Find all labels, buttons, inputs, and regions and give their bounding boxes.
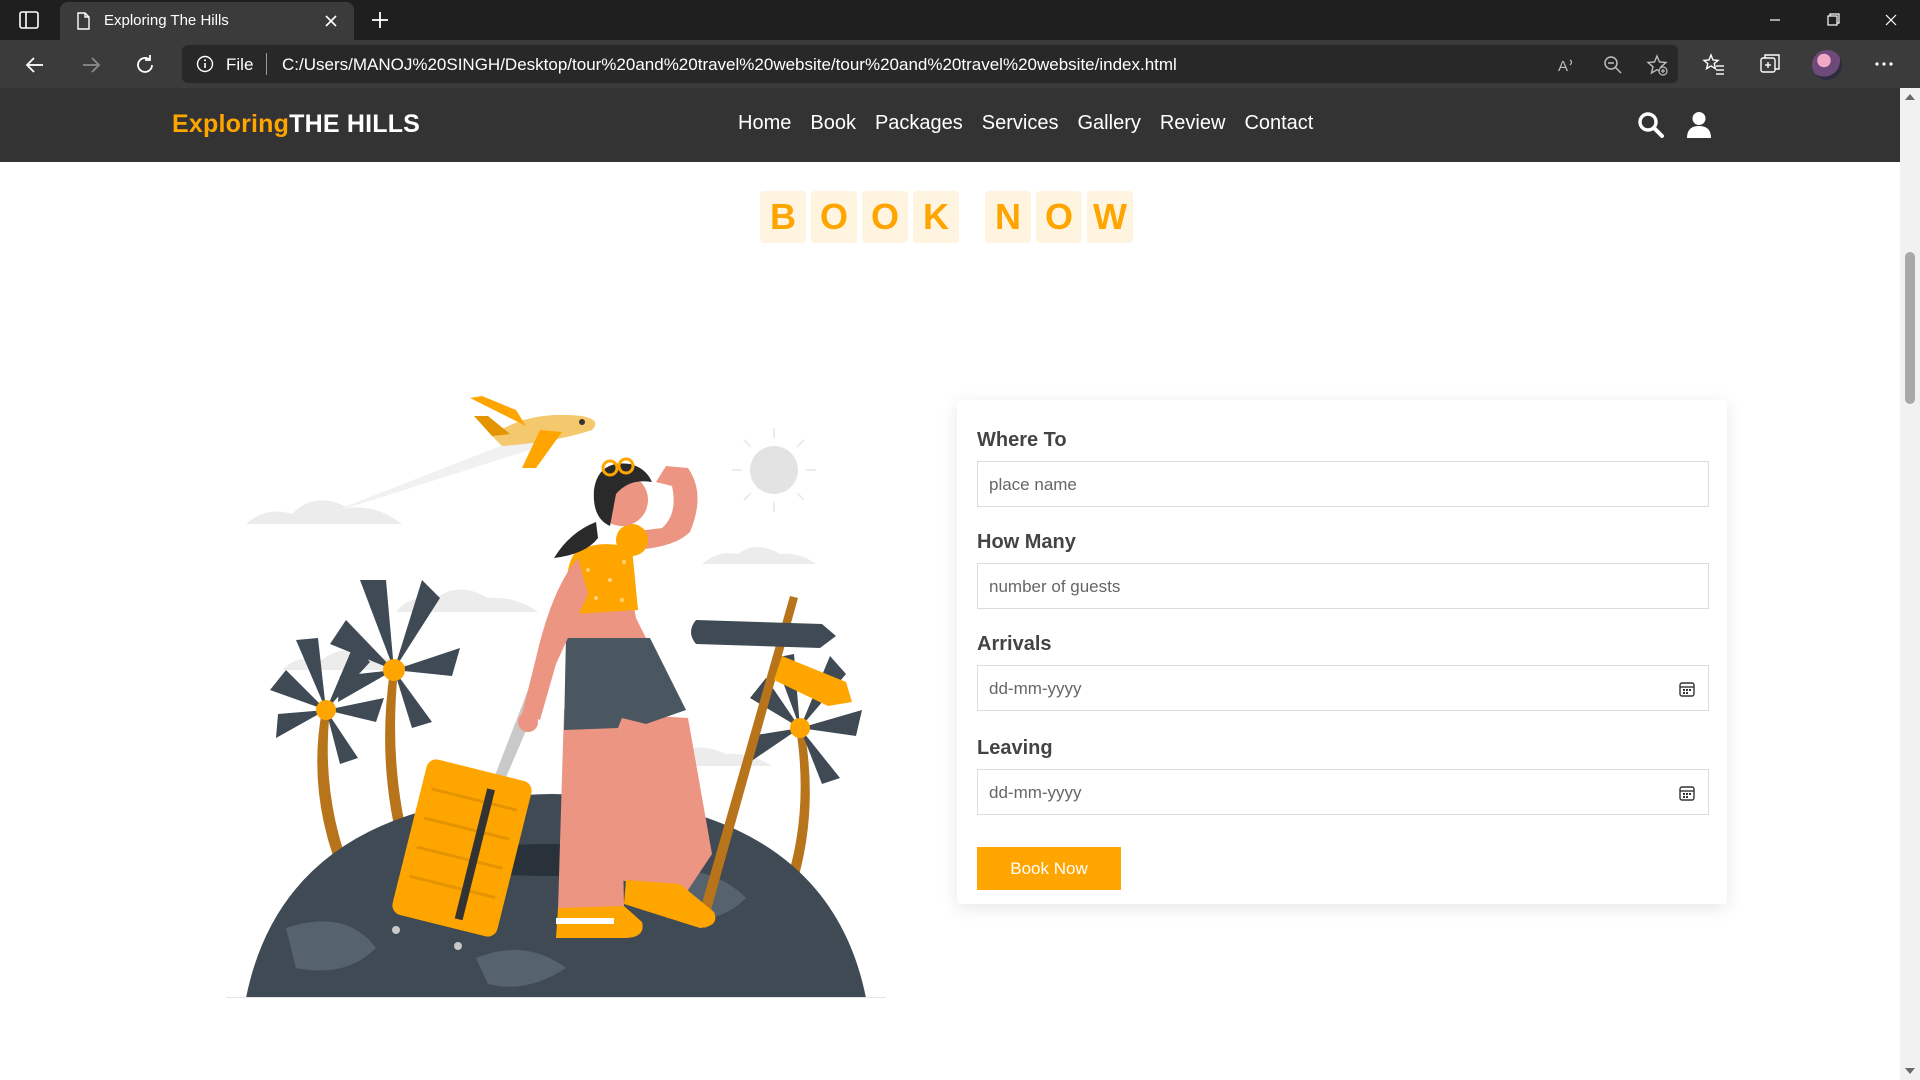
traveler-illustration <box>226 396 886 998</box>
active-tab[interactable]: Exploring The Hills <box>60 2 354 40</box>
logo-second-word: THE HILLS <box>289 110 421 138</box>
heading-space <box>964 191 980 243</box>
heading-letter: N <box>985 191 1031 243</box>
minimize-icon[interactable] <box>1752 6 1798 34</box>
arrivals-date-value: dd-mm-yyyy <box>989 679 1082 698</box>
back-arrow-icon[interactable] <box>22 52 48 78</box>
address-scheme-label: File <box>226 55 254 74</box>
where-input[interactable]: place name <box>977 461 1709 507</box>
nav-services[interactable]: Services <box>982 112 1059 135</box>
close-tab-icon[interactable] <box>322 12 340 30</box>
more-options-icon[interactable] <box>1872 52 1896 76</box>
tab-actions-icon[interactable] <box>18 10 40 30</box>
where-placeholder: place name <box>989 475 1077 494</box>
section-heading: B O O K N O W <box>760 191 1138 243</box>
address-bar[interactable]: File C:/Users/MANOJ%20SINGH/Desktop/tour… <box>182 45 1678 83</box>
leaving-date-value: dd-mm-yyyy <box>989 783 1082 802</box>
add-favorite-icon[interactable] <box>1646 54 1668 76</box>
guests-label: How Many <box>977 531 1076 553</box>
scrollbar-thumb[interactable] <box>1905 252 1915 404</box>
collections-icon[interactable] <box>1758 52 1782 76</box>
favorites-icon[interactable] <box>1702 52 1726 76</box>
address-url[interactable]: C:/Users/MANOJ%20SINGH/Desktop/tour%20an… <box>282 55 1177 75</box>
leaving-label: Leaving <box>977 737 1053 759</box>
heading-letter: W <box>1087 191 1133 243</box>
user-icon[interactable] <box>1684 110 1714 140</box>
reload-icon[interactable] <box>132 52 158 78</box>
sun-icon <box>732 428 816 512</box>
profile-avatar[interactable] <box>1812 50 1842 80</box>
search-icon[interactable] <box>1636 110 1666 140</box>
new-tab-icon[interactable] <box>368 8 392 32</box>
booking-form: Where To place name How Many number of g… <box>957 400 1727 904</box>
heading-letter: K <box>913 191 959 243</box>
site-header: ExploringTHE HILLS Home Book Packages Se… <box>0 88 1900 162</box>
logo-first-word: Exploring <box>172 110 290 138</box>
info-icon[interactable] <box>196 55 214 73</box>
guests-placeholder: number of guests <box>989 577 1121 596</box>
heading-letter: O <box>811 191 857 243</box>
calendar-icon[interactable] <box>1678 680 1696 698</box>
read-aloud-icon[interactable]: A <box>1556 54 1578 76</box>
main-nav: Home Book Packages Services Gallery Revi… <box>738 112 1313 135</box>
guests-input[interactable]: number of guests <box>977 563 1709 609</box>
scroll-up-arrow-icon[interactable] <box>1905 94 1915 100</box>
zoom-out-icon[interactable] <box>1602 54 1624 76</box>
tab-title: Exploring The Hills <box>104 12 229 29</box>
nav-home[interactable]: Home <box>738 112 791 135</box>
plane-trail <box>316 436 542 518</box>
page-icon <box>77 12 90 30</box>
site-logo[interactable]: ExploringTHE HILLS <box>172 110 420 139</box>
address-separator <box>266 53 267 75</box>
nav-packages[interactable]: Packages <box>875 112 963 135</box>
heading-letter: O <box>1036 191 1082 243</box>
heading-letter: B <box>760 191 806 243</box>
web-page: ExploringTHE HILLS Home Book Packages Se… <box>0 88 1900 1080</box>
browser-toolbar: File C:/Users/MANOJ%20SINGH/Desktop/tour… <box>0 40 1920 88</box>
scroll-down-arrow-icon[interactable] <box>1905 1068 1915 1074</box>
nav-review[interactable]: Review <box>1160 112 1226 135</box>
arrivals-date-input[interactable]: dd-mm-yyyy <box>977 665 1709 711</box>
page-scrollbar[interactable] <box>1900 88 1920 1080</box>
browser-tab-bar: Exploring The Hills <box>0 0 1920 40</box>
forward-arrow-icon[interactable] <box>78 52 104 78</box>
heading-letter: O <box>862 191 908 243</box>
svg-text:A: A <box>1558 58 1568 75</box>
calendar-icon[interactable] <box>1678 784 1696 802</box>
arrivals-label: Arrivals <box>977 633 1052 655</box>
restore-icon[interactable] <box>1810 6 1856 34</box>
close-window-icon[interactable] <box>1868 6 1914 34</box>
book-now-button[interactable]: Book Now <box>977 847 1121 890</box>
nav-contact[interactable]: Contact <box>1244 112 1313 135</box>
where-label: Where To <box>977 429 1067 451</box>
nav-book[interactable]: Book <box>810 112 856 135</box>
nav-gallery[interactable]: Gallery <box>1078 112 1141 135</box>
leaving-date-input[interactable]: dd-mm-yyyy <box>977 769 1709 815</box>
